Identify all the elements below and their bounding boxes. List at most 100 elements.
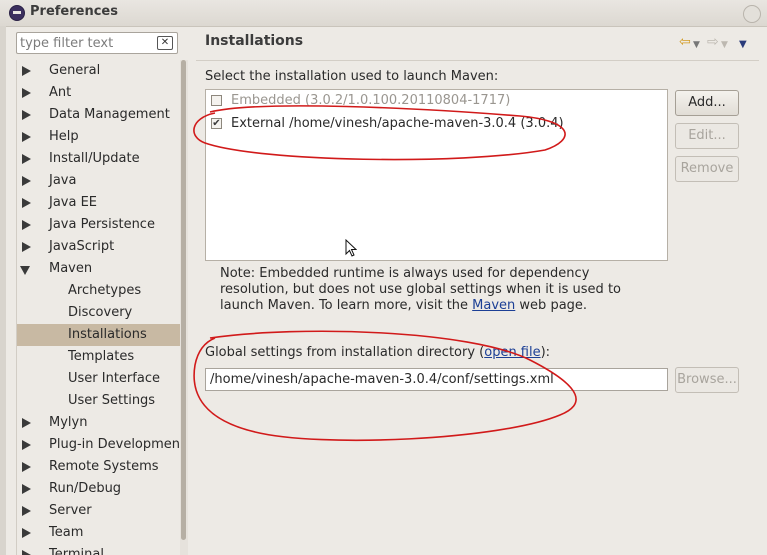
tree-item-ant[interactable]: Ant [17,82,181,104]
add-button[interactable]: Add... [675,90,739,116]
tree-item-archetypes[interactable]: Archetypes [17,280,181,302]
window-border [0,26,6,555]
expanded-triangle-icon[interactable] [20,266,30,275]
tree-item-label: JavaScript [49,239,115,254]
tree-item-label: General [49,63,101,78]
global-settings-suffix: ): [540,345,551,360]
tree-item-remote-systems[interactable]: Remote Systems [17,456,181,478]
forward-arrow-icon[interactable]: ⇨ [707,35,719,49]
collapsed-triangle-icon[interactable] [22,198,31,208]
tree-item-label: Ant [49,85,72,100]
back-arrow-icon[interactable]: ⇦ [679,35,691,49]
tree-item-label: Plug-in Development [49,437,181,452]
collapsed-triangle-icon[interactable] [22,242,31,252]
tree-item-label: User Settings [68,393,156,408]
title-separator [196,60,759,61]
maven-link[interactable]: Maven [472,298,515,313]
tree-item-team[interactable]: Team [17,522,181,544]
collapsed-triangle-icon[interactable] [22,176,31,186]
collapsed-triangle-icon[interactable] [22,154,31,164]
tree-item-data-management[interactable]: Data Management [17,104,181,126]
preferences-tree-pane: ✕ General Ant Data Management Help Install/U… [8,26,188,555]
tree-item-label: Discovery [68,305,133,320]
open-file-link[interactable]: open file [484,345,540,360]
tree-item-label: Team [49,525,84,540]
tree-item-general[interactable]: General [17,60,181,82]
tree-item-run-debug[interactable]: Run/Debug [17,478,181,500]
tree-scrollbar-thumb[interactable] [181,60,186,540]
collapsed-triangle-icon[interactable] [22,550,31,555]
tree-item-discovery[interactable]: Discovery [17,302,181,324]
tree-item-label: Data Management [49,107,170,122]
back-dropdown-icon[interactable]: ▼ [693,38,700,52]
tree-item-java-ee[interactable]: Java EE [17,192,181,214]
collapsed-triangle-icon[interactable] [22,506,31,516]
tree-scrollbar[interactable] [180,60,188,555]
note-suffix: web page. [515,298,588,313]
eclipse-icon [9,5,25,21]
filter-box: ✕ [16,32,178,54]
tree-item-install-update[interactable]: Install/Update [17,148,181,170]
tree-item-label: Java [49,173,77,188]
mouse-pointer-icon [345,238,358,261]
window-title: Preferences [30,4,118,19]
tree-item-java-persistence[interactable]: Java Persistence [17,214,181,236]
remove-button[interactable]: Remove [675,156,739,182]
global-settings-label: Global settings from installation direct… [205,345,550,360]
filter-input[interactable] [20,34,156,52]
tree-item-help[interactable]: Help [17,126,181,148]
tree-item-java[interactable]: Java [17,170,181,192]
tree-item-label: Java EE [49,195,98,210]
tree-item-javascript[interactable]: JavaScript [17,236,181,258]
tree-item-label: Installations [68,327,147,342]
tree-item-terminal[interactable]: Terminal [17,544,181,555]
collapsed-triangle-icon[interactable] [22,132,31,142]
tree-item-label: Run/Debug [49,481,122,496]
tree-item-label: Maven [49,261,93,276]
installation-checkbox-embedded[interactable] [211,95,222,106]
browse-button[interactable]: Browse... [675,367,739,393]
installations-page: Installations ⇦ ▼ ⇨ ▼ ▼ Select the insta… [188,26,767,555]
tree-item-label: Archetypes [68,283,142,298]
view-menu-icon[interactable]: ▼ [739,38,747,52]
collapsed-triangle-icon[interactable] [22,418,31,428]
global-settings-prefix: Global settings from installation direct… [205,345,485,360]
clear-filter-icon[interactable]: ✕ [157,36,173,50]
global-settings-input[interactable] [205,368,668,391]
preferences-tree: General Ant Data Management Help Install/Upd… [16,60,181,555]
collapsed-triangle-icon[interactable] [22,110,31,120]
installation-label: External /home/vinesh/apache-maven-3.0.4… [231,116,564,131]
tree-item-maven[interactable]: Maven [17,258,181,280]
tree-item-templates[interactable]: Templates [17,346,181,368]
collapsed-triangle-icon[interactable] [22,484,31,494]
edit-button[interactable]: Edit... [675,123,739,149]
tree-item-plug-in-development[interactable]: Plug-in Development [17,434,181,456]
collapsed-triangle-icon[interactable] [22,440,31,450]
tree-item-user-settings[interactable]: User Settings [17,390,181,412]
collapsed-triangle-icon[interactable] [22,528,31,538]
tree-item-mylyn[interactable]: Mylyn [17,412,181,434]
tree-item-label: Java Persistence [49,217,155,232]
tree-item-installations[interactable]: Installations [17,324,181,346]
tree-item-label: Install/Update [49,151,140,166]
tree-item-label: Help [49,129,79,144]
collapsed-triangle-icon[interactable] [22,220,31,230]
installations-list[interactable]: Embedded (3.0.2/1.0.100.20110804-1717) ✔… [205,89,668,261]
tree-item-label: Mylyn [49,415,88,430]
collapsed-triangle-icon[interactable] [22,88,31,98]
window-control-button[interactable] [743,5,761,23]
preferences-window: Preferences ✕ General Ant Data Management H… [0,0,767,555]
page-title: Installations [205,33,304,49]
collapsed-triangle-icon[interactable] [22,66,31,76]
forward-dropdown-icon[interactable]: ▼ [721,38,728,52]
tree-item-server[interactable]: Server [17,500,181,522]
tree-item-label: Server [49,503,92,518]
installation-checkbox-external[interactable]: ✔ [211,118,222,129]
tree-item-user-interface[interactable]: User Interface [17,368,181,390]
tree-item-label: Templates [68,349,135,364]
tree-item-label: Remote Systems [49,459,159,474]
installation-label: Embedded (3.0.2/1.0.100.20110804-1717) [231,93,511,108]
collapsed-triangle-icon[interactable] [22,462,31,472]
title-bar[interactable]: Preferences [0,0,767,27]
tree-item-label: Terminal [49,547,104,555]
